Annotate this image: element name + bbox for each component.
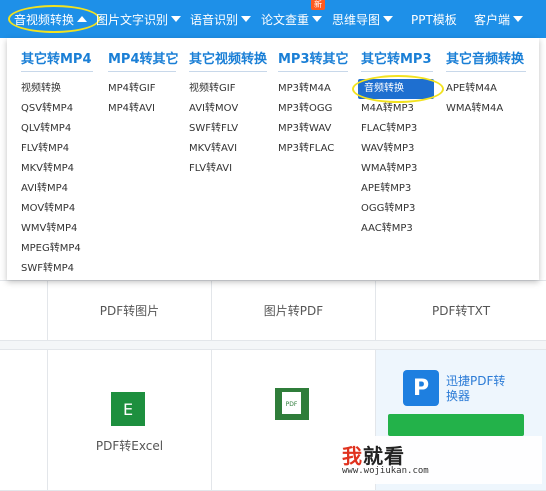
column-title: MP4转其它: [108, 48, 179, 72]
highlight-ring: [8, 5, 100, 33]
column-other-audio: 其它音频转换 APE转M4A WMA转M4A: [446, 48, 526, 119]
top-nav: 音视频转换 图片文字识别 语音识别 论文查重 新 思维导图 PPT模板 客户端: [0, 0, 546, 38]
column-to-mp3: 其它转MP3 音频转换 M4A转MP3 FLAC转MP3 WAV转MP3 WMA…: [352, 48, 444, 239]
menu-item[interactable]: MP3转M4A: [278, 79, 348, 99]
tool-label: 图片转PDF: [263, 304, 324, 318]
menu-item[interactable]: 视频转换: [21, 79, 93, 99]
menu-item[interactable]: OGG转MP3: [361, 199, 433, 219]
menu-item[interactable]: MP3转FLAC: [278, 139, 348, 159]
watermark-red: 我: [342, 444, 363, 468]
tool-label: PDF转Excel: [95, 439, 164, 453]
nav-item-av-convert[interactable]: 音视频转换: [8, 0, 100, 38]
promo-title: 迅捷PDF转换器: [446, 374, 506, 403]
nav-item-paper-check[interactable]: 论文查重 新: [261, 0, 325, 38]
column-other-video: 其它视频转换 视频转GIF AVI转MOV SWF转FLV MKV转AVI FL…: [189, 48, 267, 179]
tool-label: PDF转TXT: [431, 304, 491, 318]
column-list: 音频转换 M4A转MP3 FLAC转MP3 WAV转MP3 WMA转MP3 AP…: [352, 75, 444, 239]
tool-card-image-to-pdf[interactable]: 图片转PDF: [211, 280, 376, 341]
menu-item[interactable]: SWF转FLV: [189, 119, 267, 139]
nav-label: 图片文字识别: [96, 12, 169, 27]
column-list: 视频转换 QSV转MP4 QLV转MP4 FLV转MP4 MKV转MP4 AVI…: [21, 79, 93, 279]
column-to-mp4: 其它转MP4 视频转换 QSV转MP4 QLV转MP4 FLV转MP4 MKV转…: [21, 48, 93, 279]
nav-label: 思维导图: [332, 12, 381, 27]
column-list: MP4转GIF MP4转AVI: [108, 79, 176, 119]
menu-item[interactable]: AAC转MP3: [361, 219, 433, 239]
app-logo-icon: P: [403, 370, 439, 406]
column-title: 其它音频转换: [446, 48, 526, 72]
nav-label: PPT模板: [411, 12, 457, 27]
menu-item[interactable]: QSV转MP4: [21, 99, 93, 119]
menu-item[interactable]: MPEG转MP4: [21, 239, 93, 259]
column-mp4-to-other: MP4转其它 MP4转GIF MP4转AVI: [108, 48, 179, 119]
menu-item[interactable]: MP3转WAV: [278, 119, 348, 139]
pdf-file-icon: PDF: [275, 388, 309, 420]
chevron-down-icon: [312, 16, 323, 22]
menu-item[interactable]: MP4转GIF: [108, 79, 176, 99]
nav-item-client[interactable]: 客户端: [474, 0, 524, 38]
column-list: MP3转M4A MP3转OGG MP3转WAV MP3转FLAC: [278, 79, 348, 159]
pdf-sheet: PDF: [282, 392, 301, 414]
excel-icon: E: [111, 392, 145, 426]
watermark-url: www.wojiukan.com: [342, 466, 429, 476]
menu-item[interactable]: SWF转MP4: [21, 259, 93, 279]
column-list: APE转M4A WMA转M4A: [446, 79, 526, 119]
grid-cell: [0, 349, 48, 491]
highlight-ring: [352, 75, 444, 103]
watermark-text: 我就看: [342, 440, 405, 469]
nav-label: 客户端: [474, 12, 511, 27]
chevron-down-icon: [241, 16, 252, 22]
menu-item[interactable]: QLV转MP4: [21, 119, 93, 139]
grid-cell: [0, 280, 48, 341]
nav-item-image-ocr[interactable]: 图片文字识别: [96, 0, 182, 38]
column-mp3-to-other: MP3转其它 MP3转M4A MP3转OGG MP3转WAV MP3转FLAC: [278, 48, 349, 159]
chevron-down-icon: [171, 16, 182, 22]
tool-card-pdf-to-txt[interactable]: PDF转TXT: [375, 280, 546, 341]
chevron-down-icon: [383, 16, 394, 22]
watermark-black: 就看: [363, 444, 405, 468]
menu-item[interactable]: FLAC转MP3: [361, 119, 433, 139]
chevron-down-icon: [513, 16, 524, 22]
nav-label: 论文查重: [261, 12, 310, 27]
menu-item[interactable]: WMA转MP3: [361, 159, 433, 179]
menu-item[interactable]: MKV转MP4: [21, 159, 93, 179]
column-title: MP3转其它: [278, 48, 349, 72]
tool-label: PDF转图片: [99, 304, 160, 318]
menu-item[interactable]: AVI转MOV: [189, 99, 267, 119]
column-title: 其它转MP3: [361, 48, 433, 72]
watermark: 我就看 www.wojiukan.com: [330, 436, 542, 484]
menu-item[interactable]: WMV转MP4: [21, 219, 93, 239]
tool-card-pdf-to-image[interactable]: PDF转图片: [47, 280, 212, 341]
column-title: 其它转MP4: [21, 48, 93, 72]
menu-item[interactable]: APE转M4A: [446, 79, 526, 99]
menu-item-audio-convert[interactable]: 音频转换: [352, 75, 444, 103]
nav-label: 语音识别: [190, 12, 239, 27]
download-button[interactable]: [388, 414, 524, 436]
menu-item[interactable]: AVI转MP4: [21, 179, 93, 199]
nav-item-ppt[interactable]: PPT模板: [411, 0, 457, 38]
menu-item[interactable]: MP3转OGG: [278, 99, 348, 119]
menu-item[interactable]: MOV转MP4: [21, 199, 93, 219]
menu-item[interactable]: MKV转AVI: [189, 139, 267, 159]
menu-item[interactable]: APE转MP3: [361, 179, 433, 199]
av-convert-dropdown: 其它转MP4 视频转换 QSV转MP4 QLV转MP4 FLV转MP4 MKV转…: [7, 38, 539, 280]
column-title: 其它视频转换: [189, 48, 267, 72]
new-badge: 新: [311, 0, 325, 10]
menu-item[interactable]: WMA转M4A: [446, 99, 526, 119]
menu-item[interactable]: MP4转AVI: [108, 99, 176, 119]
menu-item[interactable]: FLV转MP4: [21, 139, 93, 159]
column-list: 视频转GIF AVI转MOV SWF转FLV MKV转AVI FLV转AVI: [189, 79, 267, 179]
menu-item[interactable]: 视频转GIF: [189, 79, 267, 99]
nav-item-speech[interactable]: 语音识别: [190, 0, 252, 38]
menu-item[interactable]: WAV转MP3: [361, 139, 433, 159]
nav-item-mindmap[interactable]: 思维导图: [332, 0, 394, 38]
menu-item[interactable]: FLV转AVI: [189, 159, 267, 179]
